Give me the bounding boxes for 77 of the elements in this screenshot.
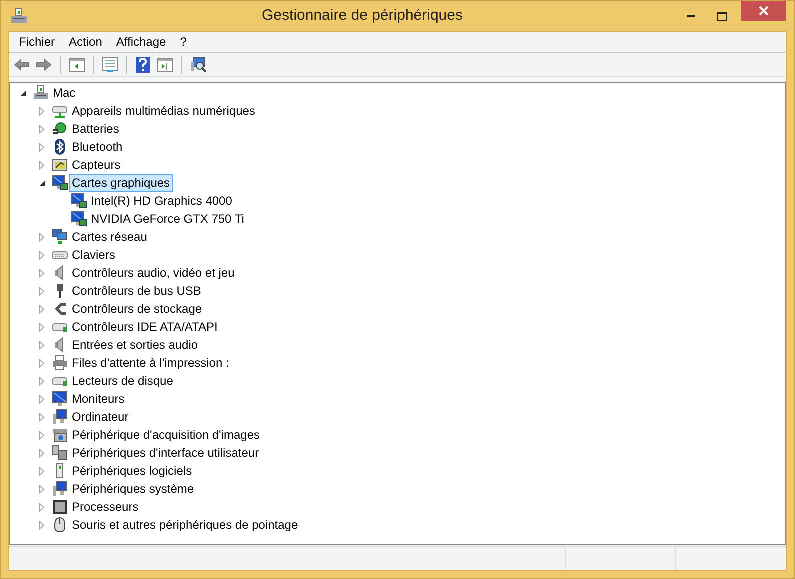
sensor-icon (52, 157, 68, 173)
expand-arrow-icon[interactable] (39, 142, 45, 152)
tree-item[interactable]: Périphériques logiciels (69, 462, 196, 480)
mouse-icon (52, 517, 68, 533)
expand-arrow-icon[interactable] (39, 250, 45, 260)
device-manager-icon (10, 8, 28, 24)
bluetooth-icon (52, 139, 68, 155)
expand-arrow-icon[interactable] (39, 106, 45, 116)
tree-item[interactable]: Batteries (69, 120, 122, 138)
expand-arrow-icon[interactable] (39, 376, 45, 386)
expand-arrow-icon[interactable] (39, 412, 45, 422)
tree-item[interactable]: Souris et autres périphériques de pointage (69, 516, 302, 534)
monitor-icon (52, 391, 68, 407)
expand-arrow-icon[interactable] (39, 358, 45, 368)
tree-item[interactable]: Intel(R) HD Graphics 4000 (88, 192, 236, 210)
expand-arrow-icon[interactable] (39, 502, 45, 512)
tree-item[interactable]: Claviers (69, 246, 118, 264)
tree-item[interactable]: Périphériques système (69, 480, 198, 498)
tree-item[interactable]: Cartes graphiques (69, 174, 174, 192)
maximize-icon (716, 12, 728, 20)
display-adapter-icon (71, 193, 87, 209)
menu-item[interactable]: ? (173, 32, 194, 52)
close-icon (758, 6, 768, 16)
properties-button[interactable] (100, 54, 120, 74)
expand-arrow-icon[interactable] (39, 322, 45, 332)
minimize-icon (686, 14, 696, 18)
expand-arrow-icon[interactable] (39, 286, 45, 296)
tree-item[interactable]: Périphériques d'interface utilisateur (69, 444, 262, 462)
computer-icon (33, 85, 49, 101)
tree-item[interactable]: Capteurs (69, 156, 124, 174)
expand-arrow-icon[interactable] (39, 394, 45, 404)
expand-arrow-icon[interactable] (39, 124, 45, 134)
expand-arrow-icon[interactable] (39, 520, 45, 530)
tree-item[interactable]: Bluetooth (69, 138, 126, 156)
tree-item[interactable]: Contrôleurs de bus USB (69, 282, 204, 300)
collapse-arrow-icon[interactable] (38, 180, 46, 186)
expand-arrow-icon[interactable] (39, 430, 45, 440)
network-adapter-icon (52, 229, 68, 245)
tree-item[interactable]: Appareils multimédias numériques (69, 102, 258, 120)
tree-item[interactable]: Périphérique d'acquisition d'images (69, 426, 264, 444)
battery-icon (52, 121, 68, 137)
menu-item[interactable]: Affichage (109, 32, 174, 52)
expand-arrow-icon[interactable] (39, 160, 45, 170)
menu-item[interactable]: Action (62, 32, 110, 52)
printer-icon (52, 355, 68, 371)
computer-icon (52, 409, 68, 425)
tree-item[interactable]: Contrôleurs IDE ATA/ATAPI (69, 318, 221, 336)
tree-item[interactable]: Cartes réseau (69, 228, 150, 246)
collapse-arrow-icon[interactable] (20, 90, 26, 96)
tree-item[interactable]: NVIDIA GeForce GTX 750 Ti (88, 210, 248, 228)
tree-item[interactable]: Moniteurs (69, 390, 128, 408)
tree-item[interactable]: Ordinateur (69, 408, 132, 426)
tree-item[interactable]: Mac (50, 84, 79, 102)
help-button[interactable] (133, 54, 153, 74)
display-adapter-icon (71, 211, 87, 227)
expand-arrow-icon[interactable] (39, 466, 45, 476)
tree-item[interactable]: Files d'attente à l'impression : (69, 354, 232, 372)
expand-arrow-icon[interactable] (39, 448, 45, 458)
window-title: Gestionnaire de périphériques (262, 6, 463, 26)
expand-arrow-icon[interactable] (39, 304, 45, 314)
computer-icon (52, 481, 68, 497)
tree-item[interactable]: Processeurs (69, 498, 142, 516)
scan-hardware-button[interactable] (188, 54, 208, 74)
expand-arrow-icon[interactable] (39, 340, 45, 350)
tree-item[interactable]: Contrôleurs audio, vidéo et jeu (69, 264, 238, 282)
tree-item[interactable]: Lecteurs de disque (69, 372, 176, 390)
processor-icon (52, 499, 68, 515)
close-button[interactable] (741, 1, 786, 21)
tree-item[interactable]: Entrées et sorties audio (69, 336, 202, 354)
expand-arrow-icon[interactable] (39, 268, 45, 278)
display-adapter-icon (52, 175, 68, 191)
expand-arrow-icon[interactable] (39, 232, 45, 242)
tree-item[interactable]: Contrôleurs de stockage (69, 300, 206, 318)
camera-icon (52, 427, 68, 443)
expand-arrow-icon[interactable] (39, 484, 45, 494)
menu-item[interactable]: Fichier (12, 32, 62, 52)
input-device-icon (52, 445, 68, 461)
